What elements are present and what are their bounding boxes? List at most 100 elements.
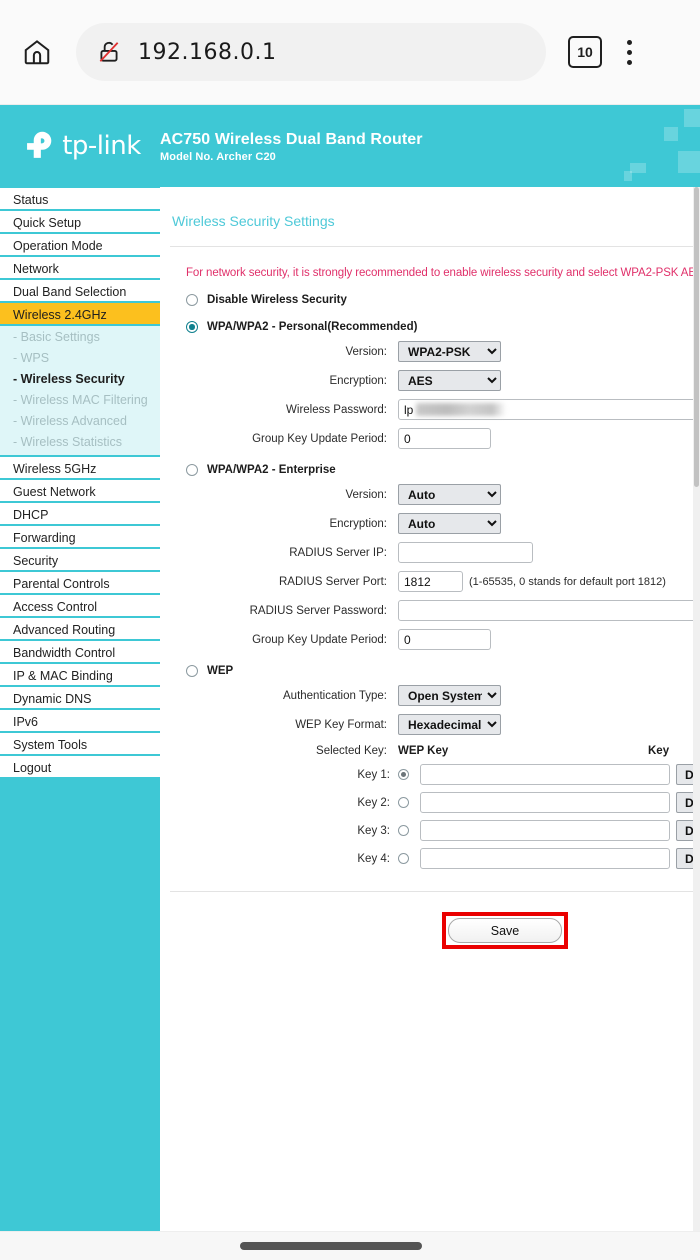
sidebar-subitem-wireless-security[interactable]: - Wireless Security [0,369,160,390]
sidebar-subitem-wireless-statistics[interactable]: - Wireless Statistics [0,432,160,453]
tab-counter-button[interactable]: 10 [568,36,602,68]
radius-port-hint: (1-65535, 0 stands for default port 1812… [469,575,666,588]
sidebar-item-guest-network[interactable]: Guest Network [0,480,160,501]
tp-link-logo[interactable]: tp-link [0,127,160,165]
vertical-scrollbar[interactable] [693,187,700,1231]
sidebar-subitem-wireless-mac-filtering[interactable]: - Wireless MAC Filtering [0,390,160,411]
radio-wpa-enterprise[interactable] [186,464,198,476]
wep-key-2-input[interactable] [420,792,670,813]
sidebar-item-dhcp[interactable]: DHCP [0,503,160,524]
option-wpa-enterprise[interactable]: WPA/WPA2 - Enterprise [160,464,700,476]
tp-link-mark-icon [27,131,52,158]
main-content-area: Wireless Security Settings For network s… [160,187,700,1231]
wep-key-row: Key 3: D [160,820,700,841]
horizontal-scrollbar-thumb[interactable] [240,1242,422,1250]
decorative-square [678,151,700,173]
option-wpa-personal[interactable]: WPA/WPA2 - Personal(Recommended) [160,321,700,333]
enterprise-group-key-input[interactable] [398,629,491,650]
wep-key-3-input[interactable] [420,820,670,841]
field-label: Version: [345,488,387,501]
sidebar-item-wireless-5ghz[interactable]: Wireless 5GHz [0,457,160,478]
save-button[interactable]: Save [448,918,562,943]
radio-select-key-2[interactable] [398,797,409,808]
wireless-security-form: Wireless Security Settings For network s… [160,187,700,949]
field-label: Group Key Update Period: [252,633,387,646]
vertical-scrollbar-thumb[interactable] [694,187,699,487]
select-wep-auth-type[interactable]: Open System [398,685,501,706]
sidebar-subitem-wps[interactable]: - WPS [0,348,160,369]
field-wireless-password: Wireless Password: [160,399,700,420]
field-label: RADIUS Server IP: [289,546,387,559]
select-enterprise-version[interactable]: Auto [398,484,501,505]
sidebar-item-logout[interactable]: Logout [0,756,160,777]
radius-server-ip-input[interactable] [398,542,533,563]
select-enterprise-encryption[interactable]: Auto [398,513,501,534]
field-wep-auth-type: Authentication Type: Open System [160,685,700,706]
field-label: Encryption: [329,374,387,387]
field-enterprise-group-key: Group Key Update Period: [160,629,700,650]
radio-wpa-personal[interactable] [186,321,198,333]
page-body: Status Quick Setup Operation Mode Networ… [0,187,700,1231]
wep-key-4-input[interactable] [420,848,670,869]
option-label: WEP [207,665,234,677]
sidebar-item-bandwidth-control[interactable]: Bandwidth Control [0,641,160,662]
field-radius-server-port: RADIUS Server Port: (1-65535, 0 stands f… [160,571,700,592]
wep-key-row: Key 4: D [160,848,700,869]
select-personal-version[interactable]: WPA2-PSK [398,341,501,362]
sidebar-subitem-basic-settings[interactable]: - Basic Settings [0,327,160,348]
field-label: RADIUS Server Password: [249,604,387,617]
select-wep-key-format[interactable]: Hexadecimal [398,714,501,735]
radio-select-key-4[interactable] [398,853,409,864]
radius-server-port-input[interactable] [398,571,463,592]
sidebar-nav: Status Quick Setup Operation Mode Networ… [0,187,160,1231]
security-warning-text: For network security, it is strongly rec… [186,267,696,279]
wireless-password-input[interactable] [398,399,698,420]
sidebar-item-dynamic-dns[interactable]: Dynamic DNS [0,687,160,708]
select-personal-encryption[interactable]: AES [398,370,501,391]
kebab-menu-icon[interactable] [612,32,646,72]
field-enterprise-version: Version: Auto [160,484,700,505]
decorative-square [624,171,632,181]
page-title: Wireless Security Settings [172,213,335,229]
sidebar-item-network[interactable]: Network [0,257,160,278]
option-label: WPA/WPA2 - Enterprise [207,464,336,476]
kebab-dot [626,49,632,55]
wep-key-1-input[interactable] [420,764,670,785]
personal-group-key-input[interactable] [398,428,491,449]
radio-wep[interactable] [186,665,198,677]
sidebar-item-ip-mac-binding[interactable]: IP & MAC Binding [0,664,160,685]
sidebar-item-quick-setup[interactable]: Quick Setup [0,211,160,232]
sidebar-item-status[interactable]: Status [0,188,160,209]
home-icon[interactable] [14,29,60,75]
sidebar-item-wireless-24ghz[interactable]: Wireless 2.4GHz [0,303,160,324]
radio-select-key-1[interactable] [398,769,409,780]
option-disable-wireless-security[interactable]: Disable Wireless Security [160,294,700,306]
sidebar-item-dual-band-selection[interactable]: Dual Band Selection [0,280,160,301]
sidebar-item-operation-mode[interactable]: Operation Mode [0,234,160,255]
field-wep-key-format: WEP Key Format: Hexadecimal [160,714,700,735]
key-label: Key 1: [357,768,390,781]
sidebar-subitem-wireless-advanced[interactable]: - Wireless Advanced [0,411,160,432]
sidebar-item-forwarding[interactable]: Forwarding [0,526,160,547]
lock-crossed-out-icon[interactable] [96,39,122,65]
sidebar-item-access-control[interactable]: Access Control [0,595,160,616]
tab-count-label: 10 [577,44,593,60]
sidebar-item-advanced-routing[interactable]: Advanced Routing [0,618,160,639]
sidebar-item-parental-controls[interactable]: Parental Controls [0,572,160,593]
field-label: Version: [345,345,387,358]
radio-disable-wireless-security[interactable] [186,294,198,306]
sidebar-item-ipv6[interactable]: IPv6 [0,710,160,731]
wep-key-table-header: Selected Key: WEP Key Key [160,745,700,757]
field-personal-group-key: Group Key Update Period: [160,428,700,449]
horizontal-scrollbar[interactable] [0,1231,700,1260]
field-radius-server-ip: RADIUS Server IP: [160,542,700,563]
address-bar[interactable]: 192.168.0.1 [76,23,546,81]
radio-select-key-3[interactable] [398,825,409,836]
sidebar-item-security[interactable]: Security [0,549,160,570]
decorative-square [630,163,646,173]
radius-server-password-input[interactable] [398,600,698,621]
selected-key-label: Selected Key: [316,745,387,757]
option-wep[interactable]: WEP [160,665,700,677]
sidebar-item-system-tools[interactable]: System Tools [0,733,160,754]
router-header: tp-link AC750 Wireless Dual Band Router … [0,105,700,187]
